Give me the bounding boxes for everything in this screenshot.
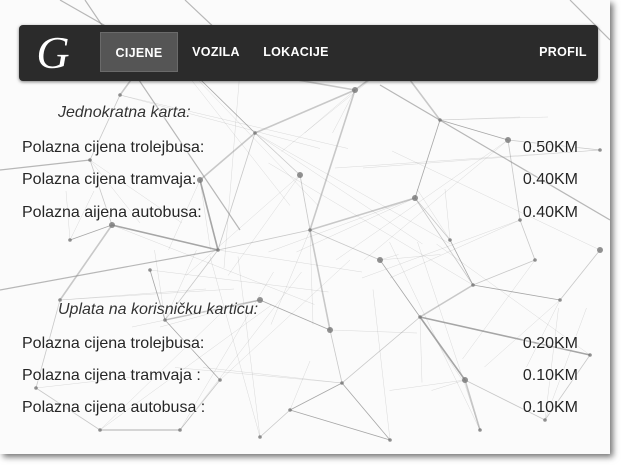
price-row: Polazna aijena autobusa: 0.40KM (22, 204, 578, 224)
price-value: 0.20KM (522, 335, 578, 352)
page-frame: G CIJENE VOZILA LOKACIJE PROFIL Jednokra… (0, 0, 610, 454)
card-payment-title: Uplata na korisničku karticu: (58, 301, 259, 318)
price-row: Polazna cijena trolejbusa: 0.20KM (22, 335, 578, 355)
price-label: Polazna cijena tramvaja: (22, 171, 197, 188)
price-label: Polazna cijena trolejbusa: (22, 335, 205, 352)
single-ticket-title: Jednokratna karta: (58, 104, 191, 121)
price-value: 0.50KM (522, 139, 578, 156)
price-row: Polazna cijena tramvaja : 0.10KM (22, 367, 578, 387)
price-label: Polazna cijena autobusa : (22, 399, 206, 416)
price-label: Polazna aijena autobusa: (22, 204, 202, 221)
price-value: 0.10KM (522, 399, 578, 416)
price-list: Jednokratna karta: Polazna cijena trolej… (0, 0, 610, 454)
price-row: Polazna cijena trolejbusa: 0.50KM (22, 139, 578, 159)
price-value: 0.40KM (522, 171, 578, 188)
price-value: 0.40KM (522, 204, 578, 221)
price-label: Polazna cijena tramvaja : (22, 367, 201, 384)
price-row: Polazna cijena tramvaja: 0.40KM (22, 171, 578, 191)
price-label: Polazna cijena trolejbusa: (22, 139, 205, 156)
price-row: Polazna cijena autobusa : 0.10KM (22, 399, 578, 419)
price-value: 0.10KM (522, 367, 578, 384)
